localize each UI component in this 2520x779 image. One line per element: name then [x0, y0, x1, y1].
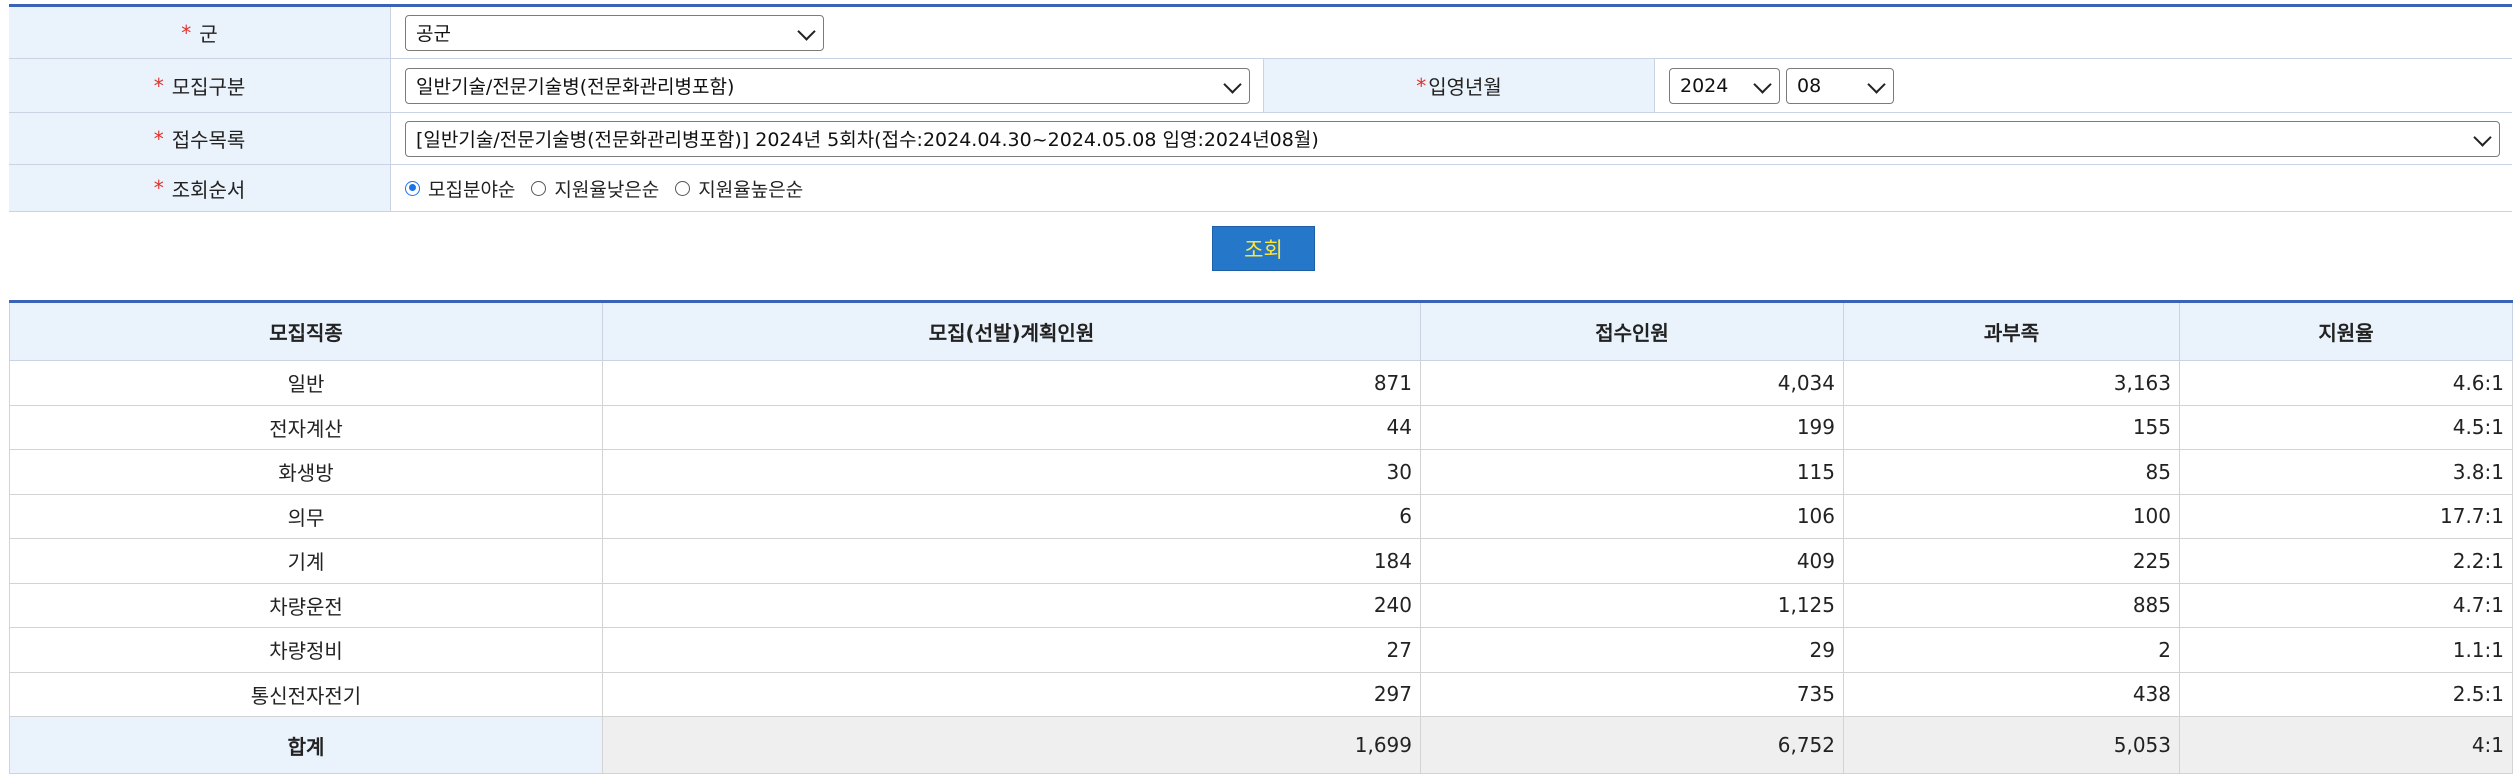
form-row-recruit-type: * 모집구분 일반기술/전문기술병(전문화관리병포함) * 입영년월 2024 [9, 59, 2512, 113]
recruit-type-select[interactable]: 일반기술/전문기술병(전문화관리병포함) [405, 67, 1250, 104]
rate-cell: 4.5:1 [2179, 404, 2513, 450]
surplus-cell: 885 [1843, 582, 2180, 628]
receipt-list-select[interactable]: [일반기술/전문기술병(전문화관리병포함)] 2024년 5회차(접수:2024… [405, 120, 2500, 157]
table-row: 의무 6 106 100 17.7:1 [9, 493, 2513, 539]
search-button[interactable]: 조회 [1212, 226, 1315, 271]
planned-cell: 871 [602, 360, 1421, 406]
enlist-month-label: * 입영년월 [1264, 59, 1655, 112]
radio-unchecked-icon[interactable] [531, 180, 547, 196]
col-header-job: 모집직종 [9, 301, 603, 361]
col-header-planned: 모집(선발)계획인원 [602, 301, 1421, 361]
enlist-month-select[interactable]: 08 [1786, 67, 1894, 104]
surplus-cell: 438 [1843, 671, 2180, 717]
job-cell: 기계 [9, 538, 603, 584]
chevron-down-icon [1867, 74, 1886, 94]
rate-cell: 2.5:1 [2179, 671, 2513, 717]
applicants-cell: 4,034 [1420, 360, 1844, 406]
search-form: * 군 공군 * 모집구분 일반기술/전문기술병(전문화관리병포함) * 입영년… [9, 4, 2512, 212]
form-row-sort-order: * 조회순서 모집분야순 지원율낮은순 지원율높은순 [9, 165, 2512, 212]
col-header-rate: 지원율 [2179, 301, 2513, 361]
total-applicants-cell: 6,752 [1420, 716, 1844, 774]
applicants-cell: 106 [1420, 493, 1844, 539]
sort-radio-field[interactable]: 모집분야순 [405, 175, 515, 202]
surplus-cell: 225 [1843, 538, 2180, 584]
rate-cell: 2.2:1 [2179, 538, 2513, 584]
rate-cell: 4.6:1 [2179, 360, 2513, 406]
job-cell: 차량정비 [9, 627, 603, 673]
planned-cell: 27 [602, 627, 1421, 673]
rate-cell: 3.8:1 [2179, 449, 2513, 495]
applicants-cell: 1,125 [1420, 582, 1844, 628]
branch-select[interactable]: 공군 [405, 14, 824, 51]
total-rate-cell: 4:1 [2179, 716, 2513, 774]
rate-cell: 1.1:1 [2179, 627, 2513, 673]
rate-cell: 17.7:1 [2179, 493, 2513, 539]
job-cell: 전자계산 [9, 404, 603, 450]
surplus-cell: 85 [1843, 449, 2180, 495]
chevron-down-icon [2473, 127, 2492, 147]
page: * 군 공군 * 모집구분 일반기술/전문기술병(전문화관리병포함) * 입영년… [0, 0, 2520, 779]
planned-cell: 44 [602, 404, 1421, 450]
sort-order-radio-group: 모집분야순 지원율낮은순 지원율높은순 [405, 175, 819, 202]
table-row: 차량운전 240 1,125 885 4.7:1 [9, 582, 2513, 628]
sort-radio-high-rate[interactable]: 지원율높은순 [675, 175, 803, 202]
applicants-cell: 735 [1420, 671, 1844, 717]
table-row: 일반 871 4,034 3,163 4.6:1 [9, 360, 2513, 406]
table-body: 일반 871 4,034 3,163 4.6:1 전자계산 44 199 155 4.5:1 화생방… [9, 360, 2513, 774]
chevron-down-icon [1753, 74, 1772, 94]
job-cell: 화생방 [9, 449, 603, 495]
total-planned-cell: 1,699 [602, 716, 1421, 774]
applicants-cell: 115 [1420, 449, 1844, 495]
radio-unchecked-icon[interactable] [675, 180, 691, 196]
table-row: 차량정비 27 29 2 1.1:1 [9, 627, 2513, 673]
applicants-cell: 199 [1420, 404, 1844, 450]
total-surplus-cell: 5,053 [1843, 716, 2180, 774]
surplus-cell: 3,163 [1843, 360, 2180, 406]
applicants-cell: 409 [1420, 538, 1844, 584]
chevron-down-icon [1223, 74, 1242, 94]
job-cell: 일반 [9, 360, 603, 406]
receipt-list-label: * 접수목록 [9, 113, 391, 164]
job-cell: 차량운전 [9, 582, 603, 628]
results-table: 모집직종 모집(선발)계획인원 접수인원 과부족 지원율 일반 871 4,034 3… [9, 300, 2513, 774]
surplus-cell: 100 [1843, 493, 2180, 539]
rate-cell: 4.7:1 [2179, 582, 2513, 628]
recruit-type-label: * 모집구분 [9, 59, 391, 112]
surplus-cell: 2 [1843, 627, 2180, 673]
total-job-cell: 합계 [9, 716, 603, 774]
table-row: 기계 184 409 225 2.2:1 [9, 538, 2513, 584]
planned-cell: 240 [602, 582, 1421, 628]
planned-cell: 184 [602, 538, 1421, 584]
table-row: 화생방 30 115 85 3.8:1 [9, 449, 2513, 495]
applicants-cell: 29 [1420, 627, 1844, 673]
planned-cell: 6 [602, 493, 1421, 539]
form-row-receipt-list: * 접수목록 [일반기술/전문기술병(전문화관리병포함)] 2024년 5회차(… [9, 113, 2512, 165]
form-row-branch: * 군 공군 [9, 7, 2512, 59]
table-total-row: 합계 1,699 6,752 5,053 4:1 [9, 716, 2513, 774]
table-row: 통신전자전기 297 735 438 2.5:1 [9, 671, 2513, 717]
sort-radio-low-rate[interactable]: 지원율낮은순 [531, 175, 659, 202]
table-header-row: 모집직종 모집(선발)계획인원 접수인원 과부족 지원율 [9, 301, 2513, 361]
enlist-year-select[interactable]: 2024 [1669, 67, 1780, 104]
sort-order-label: * 조회순서 [9, 165, 391, 211]
planned-cell: 297 [602, 671, 1421, 717]
surplus-cell: 155 [1843, 404, 2180, 450]
col-header-applicants: 접수인원 [1420, 301, 1844, 361]
col-header-surplus: 과부족 [1843, 301, 2180, 361]
chevron-down-icon [797, 21, 816, 41]
job-cell: 통신전자전기 [9, 671, 603, 717]
radio-checked-icon[interactable] [405, 180, 420, 196]
planned-cell: 30 [602, 449, 1421, 495]
branch-label: * 군 [9, 7, 391, 58]
required-mark: * [181, 20, 192, 45]
table-row: 전자계산 44 199 155 4.5:1 [9, 404, 2513, 450]
job-cell: 의무 [9, 493, 603, 539]
